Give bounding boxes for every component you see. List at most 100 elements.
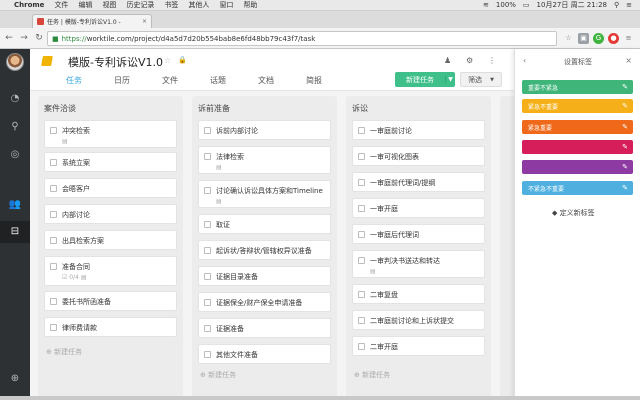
task-card[interactable]: 证据保全/财产保全申请准备: [198, 292, 331, 312]
menu-list-icon[interactable]: ≡: [626, 1, 632, 9]
pencil-icon[interactable]: ✎: [622, 102, 628, 110]
task-checkbox[interactable]: [50, 159, 57, 166]
inbox-icon[interactable]: ⊟: [0, 221, 30, 243]
task-checkbox[interactable]: [204, 153, 211, 160]
pencil-icon[interactable]: ✎: [622, 123, 628, 131]
menu-history[interactable]: 历史记录: [126, 0, 154, 10]
task-card[interactable]: 诉前内部讨论: [198, 120, 331, 140]
browser-tab-active[interactable]: 任务 | 模版-专利诉讼V1.0 - ×: [32, 14, 152, 28]
menu-file[interactable]: 文件: [54, 0, 68, 10]
task-card[interactable]: 一审庭前代理词/提纲: [352, 172, 485, 192]
new-task-button[interactable]: 新建任务 ▼: [395, 72, 455, 87]
task-checkbox[interactable]: [358, 291, 365, 298]
pencil-icon[interactable]: ✎: [622, 143, 628, 151]
menu-app-name[interactable]: Chrome: [14, 1, 44, 9]
task-checkbox[interactable]: [358, 343, 365, 350]
task-card[interactable]: 二审复盘: [352, 284, 485, 304]
task-card[interactable]: 会晤客户: [44, 178, 177, 198]
tag-not-urgent-not-important[interactable]: 不紧急不重要 ✎: [522, 181, 633, 195]
task-card[interactable]: 一审庭后代理词: [352, 224, 485, 244]
address-bar[interactable]: ■ https:// worktile.com/project/d4a5d7d2…: [47, 31, 557, 46]
extension-icon[interactable]: ▣: [578, 33, 589, 44]
task-checkbox[interactable]: [204, 299, 211, 306]
extension-g-icon[interactable]: G: [593, 33, 604, 44]
forward-arrow-icon[interactable]: →: [18, 33, 30, 43]
task-checkbox[interactable]: [358, 127, 365, 134]
task-card[interactable]: 一审可视化图表: [352, 146, 485, 166]
task-checkbox[interactable]: [50, 127, 57, 134]
tag-red-unnamed[interactable]: ✎: [522, 140, 633, 154]
contacts-icon[interactable]: 👥: [7, 197, 23, 213]
define-new-tag-button[interactable]: ◆ 定义新标签: [552, 208, 595, 218]
task-card[interactable]: 起诉状/答辩状/管辖权异议准备: [198, 240, 331, 260]
task-checkbox[interactable]: [50, 237, 57, 244]
task-card[interactable]: 系统立案: [44, 152, 177, 172]
members-icon[interactable]: ♟: [444, 56, 451, 65]
search-icon[interactable]: ⚲: [7, 119, 23, 135]
back-arrow-icon[interactable]: ←: [3, 33, 15, 43]
reload-icon[interactable]: ↻: [33, 33, 45, 43]
settings-gear-icon[interactable]: ⚙: [466, 56, 473, 65]
task-card[interactable]: 准备合同 ☑ 0/4 ▤: [44, 256, 177, 286]
add-task-link[interactable]: ⊕ 新建任务: [200, 370, 236, 380]
task-checkbox[interactable]: [358, 179, 365, 186]
task-card[interactable]: 出具检索方案: [44, 230, 177, 250]
task-checkbox[interactable]: [204, 247, 211, 254]
menu-bookmarks[interactable]: 书签: [164, 0, 178, 10]
add-task-link[interactable]: ⊕ 新建任务: [354, 370, 390, 380]
task-card[interactable]: 取证: [198, 214, 331, 234]
task-checkbox[interactable]: [50, 298, 57, 305]
tag-urgent-important[interactable]: 紧急重要 ✎: [522, 120, 633, 134]
task-card[interactable]: 证据目录准备: [198, 266, 331, 286]
add-icon[interactable]: ⊕: [7, 371, 23, 387]
more-vertical-icon[interactable]: ⋮: [488, 56, 496, 65]
pencil-icon[interactable]: ✎: [622, 163, 628, 171]
task-card[interactable]: 法律检索 ▤: [198, 146, 331, 174]
task-checkbox[interactable]: [358, 153, 365, 160]
menu-window[interactable]: 窗口: [219, 0, 233, 10]
pencil-icon[interactable]: ✎: [622, 184, 628, 192]
task-card[interactable]: 二审开庭: [352, 336, 485, 356]
task-card[interactable]: 一审庭前讨论: [352, 120, 485, 140]
task-checkbox[interactable]: [204, 221, 211, 228]
avatar[interactable]: [6, 53, 24, 71]
wifi-icon[interactable]: ≋: [483, 1, 489, 9]
star-icon[interactable]: ☆: [164, 56, 171, 65]
menu-people[interactable]: 其他人: [188, 0, 209, 10]
spotlight-icon[interactable]: ⚲: [614, 1, 619, 9]
task-checkbox[interactable]: [50, 324, 57, 331]
task-checkbox[interactable]: [50, 185, 57, 192]
menu-help[interactable]: 帮助: [243, 0, 257, 10]
add-task-link[interactable]: ⊕ 新建任务: [46, 347, 82, 357]
tag-important-not-urgent[interactable]: 重要不紧急 ✎: [522, 80, 633, 94]
task-card[interactable]: 其他文件准备: [198, 344, 331, 364]
task-checkbox[interactable]: [358, 231, 365, 238]
task-checkbox[interactable]: [50, 263, 57, 270]
task-card[interactable]: 委托书所函准备: [44, 291, 177, 311]
task-card[interactable]: 二审庭前讨论和上诉状提交: [352, 310, 485, 330]
project-title[interactable]: 模版-专利诉讼V1.0: [68, 54, 163, 70]
chevron-down-icon[interactable]: ▼: [445, 76, 455, 83]
task-checkbox[interactable]: [204, 273, 211, 280]
close-icon[interactable]: ×: [625, 56, 632, 65]
bookmark-star-icon[interactable]: ☆: [563, 33, 574, 44]
tag-urgent-not-important[interactable]: 紧急不重要 ✎: [522, 99, 633, 113]
extension-red-icon[interactable]: ●: [608, 33, 619, 44]
task-checkbox[interactable]: [204, 127, 211, 134]
task-card[interactable]: 一审开庭: [352, 198, 485, 218]
task-checkbox[interactable]: [204, 187, 211, 194]
task-checkbox[interactable]: [204, 351, 211, 358]
notification-icon[interactable]: ◎: [7, 147, 23, 163]
chrome-menu-icon[interactable]: ≡: [623, 33, 634, 44]
battery-icon[interactable]: ▭: [523, 1, 530, 9]
task-card[interactable]: 讨论确认诉讼具体方案和Timeline ▤: [198, 180, 331, 208]
menu-view[interactable]: 视图: [102, 0, 116, 10]
tab-close-icon[interactable]: ×: [142, 18, 147, 25]
pencil-icon[interactable]: ✎: [622, 83, 628, 91]
menu-edit[interactable]: 编辑: [78, 0, 92, 10]
clock[interactable]: 10月27日 周二 21:28: [537, 0, 607, 10]
task-card[interactable]: 证据准备: [198, 318, 331, 338]
tag-purple-unnamed[interactable]: ✎: [522, 160, 633, 174]
task-card[interactable]: 冲突检索 ▤: [44, 120, 177, 148]
task-card[interactable]: 内部讨论: [44, 204, 177, 224]
